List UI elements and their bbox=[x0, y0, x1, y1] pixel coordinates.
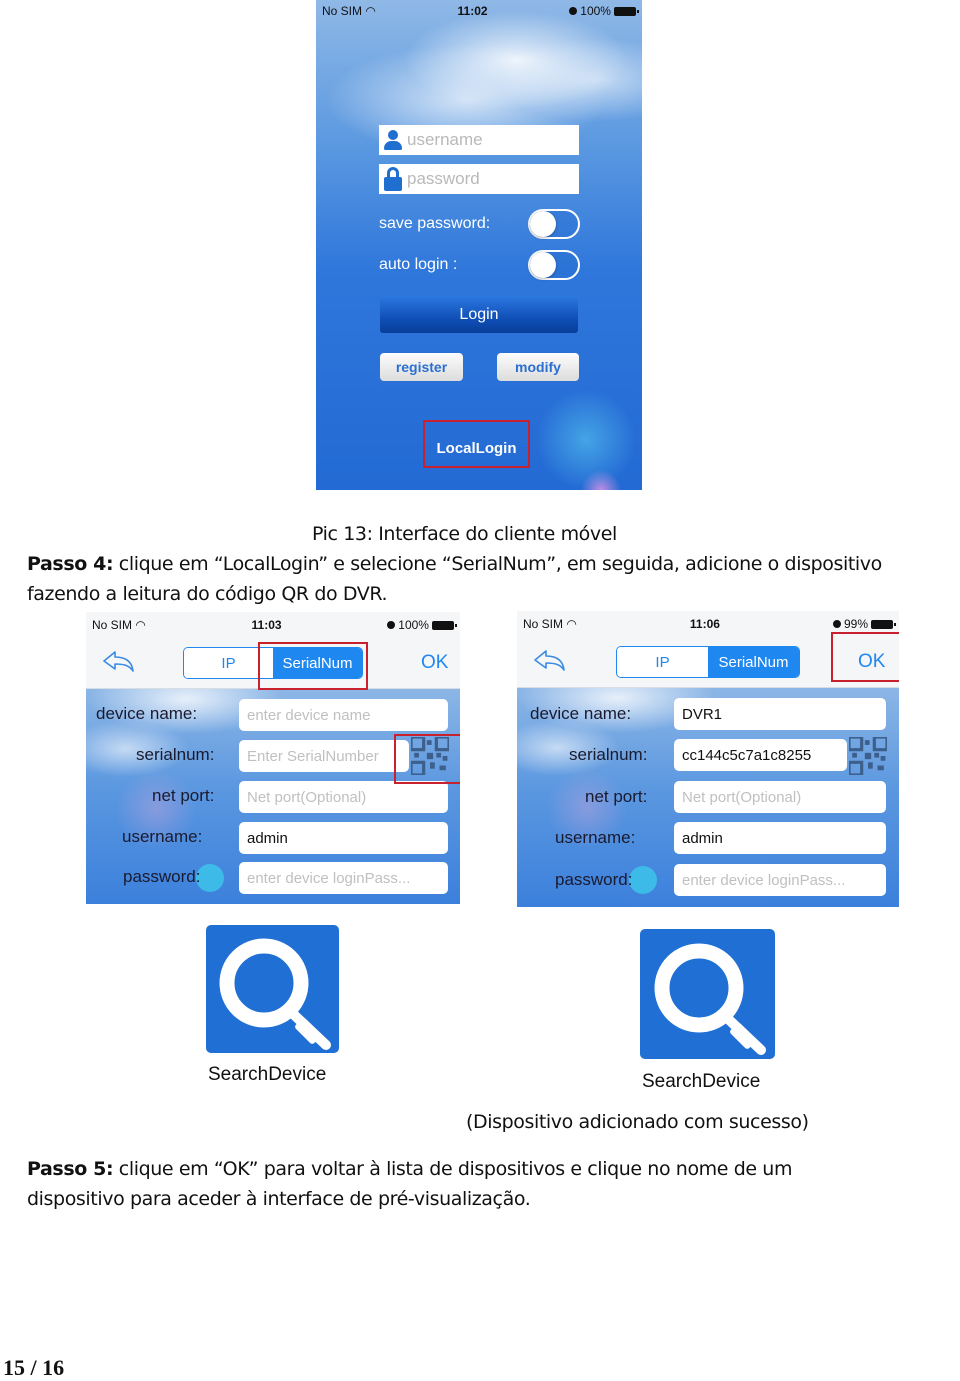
status-battery: 100% bbox=[580, 4, 611, 18]
username-label: username: bbox=[555, 828, 636, 847]
alarm-icon bbox=[832, 620, 841, 628]
status-carrier: No SIM ◠ bbox=[92, 618, 146, 632]
username-input[interactable]: admin bbox=[674, 822, 886, 854]
serialnum-label: serialnum: bbox=[136, 745, 215, 764]
step5-line1: Passo 5: clique em “OK” para voltar à li… bbox=[27, 1158, 793, 1180]
back-arrow-icon[interactable] bbox=[533, 648, 567, 674]
net-port-label: net port: bbox=[585, 787, 648, 806]
auto-login-label: auto login : bbox=[379, 256, 458, 273]
serialnum-input[interactable]: cc144c5c7a1c8255 bbox=[674, 739, 847, 771]
step4-line2: fazendo a leitura do código QR do DVR. bbox=[27, 583, 388, 605]
success-caption: (Dispositivo adicionado com sucesso) bbox=[466, 1111, 809, 1133]
tab-serialnum[interactable]: SerialNum bbox=[708, 647, 799, 677]
password-input[interactable]: enter device loginPass... bbox=[239, 862, 448, 894]
step5-line2: dispositivo para aceder à interface de p… bbox=[27, 1188, 531, 1210]
status-bar: No SIM ◠ 11:03 100% bbox=[86, 612, 460, 638]
username-input[interactable]: admin bbox=[239, 822, 448, 854]
net-port-input[interactable]: Net port(Optional) bbox=[674, 781, 886, 813]
alarm-icon bbox=[387, 621, 396, 629]
device-form: device name: DVR1 serialnum: cc144c5c7a1… bbox=[517, 688, 899, 907]
figure-caption: Pic 13: Interface do cliente móvel bbox=[312, 523, 617, 545]
password-label: password: bbox=[555, 870, 633, 889]
device-name-input[interactable]: enter device name bbox=[239, 699, 448, 731]
wifi-icon: ◠ bbox=[566, 617, 577, 631]
qr-scan-icon[interactable] bbox=[849, 737, 887, 775]
save-password-toggle[interactable] bbox=[528, 209, 580, 239]
login-screenshot: No SIM ◠ 11:02 100% username password sa… bbox=[316, 0, 642, 490]
step4-label: Passo 4: bbox=[27, 553, 114, 575]
back-arrow-icon[interactable] bbox=[102, 649, 136, 675]
search-device-button[interactable] bbox=[206, 925, 339, 1053]
status-time: 11:03 bbox=[251, 618, 282, 632]
password-label: password: bbox=[123, 867, 201, 886]
status-battery: 100% bbox=[398, 618, 429, 632]
local-login-button[interactable]: LocalLogin bbox=[423, 420, 530, 468]
username-label: username: bbox=[122, 827, 203, 846]
device-name-label: device name: bbox=[96, 704, 198, 723]
alarm-icon bbox=[569, 7, 578, 15]
auto-login-toggle[interactable] bbox=[528, 250, 580, 280]
modify-button[interactable]: modify bbox=[497, 353, 579, 381]
lock-icon bbox=[383, 167, 403, 191]
battery-icon bbox=[871, 619, 896, 629]
net-port-input[interactable]: Net port(Optional) bbox=[239, 781, 448, 813]
ok-button[interactable]: OK bbox=[421, 652, 448, 674]
search-device-button[interactable] bbox=[640, 929, 775, 1059]
password-input[interactable]: password bbox=[379, 164, 579, 194]
search-device-label: SearchDevice bbox=[642, 1071, 761, 1092]
highlight-ok-button bbox=[831, 632, 899, 682]
battery-icon bbox=[613, 6, 639, 16]
login-button[interactable]: Login bbox=[380, 296, 578, 333]
status-battery: 99% bbox=[843, 617, 868, 631]
mode-segmented-control: IP SerialNum bbox=[616, 646, 800, 678]
add-device-filled-screenshot: No SIM ◠ 11:06 99% IP SerialNum OK devic… bbox=[517, 611, 899, 907]
device-name-input[interactable]: DVR1 bbox=[674, 698, 886, 730]
status-bar: No SIM ◠ 11:02 100% bbox=[316, 0, 642, 22]
tab-ip[interactable]: IP bbox=[617, 647, 708, 677]
add-device-empty-screenshot: No SIM ◠ 11:03 100% IP SerialNum OK devi… bbox=[86, 612, 460, 904]
highlight-qr-icon bbox=[394, 734, 460, 784]
save-password-label: save password: bbox=[379, 215, 491, 232]
page-number: 15 / 16 bbox=[3, 1355, 65, 1380]
magnifier-icon bbox=[219, 938, 331, 1050]
highlight-serialnum-tab bbox=[258, 642, 368, 690]
wifi-icon: ◠ bbox=[135, 618, 146, 632]
register-button[interactable]: register bbox=[380, 353, 463, 381]
status-carrier: No SIM ◠ bbox=[322, 4, 376, 18]
device-form: device name: enter device name serialnum… bbox=[86, 689, 460, 904]
serialnum-input[interactable]: Enter SerialNumber bbox=[239, 740, 409, 772]
username-input[interactable]: username bbox=[379, 125, 579, 155]
step5-label: Passo 5: bbox=[27, 1158, 114, 1180]
status-time: 11:06 bbox=[689, 617, 720, 631]
decorative-bubble bbox=[629, 866, 657, 894]
magnifier-icon bbox=[654, 943, 766, 1055]
status-time: 11:02 bbox=[457, 4, 488, 18]
serialnum-label: serialnum: bbox=[569, 745, 648, 764]
status-carrier: No SIM ◠ bbox=[523, 617, 577, 631]
step4-line1: Passo 4: clique em “LocalLogin” e seleci… bbox=[27, 553, 882, 575]
net-port-label: net port: bbox=[152, 786, 215, 805]
device-name-label: device name: bbox=[530, 704, 632, 723]
wifi-icon: ◠ bbox=[365, 4, 376, 18]
search-device-label: SearchDevice bbox=[208, 1064, 327, 1085]
password-input[interactable]: enter device loginPass... bbox=[674, 864, 886, 896]
user-icon bbox=[383, 128, 403, 152]
battery-icon bbox=[431, 620, 457, 630]
